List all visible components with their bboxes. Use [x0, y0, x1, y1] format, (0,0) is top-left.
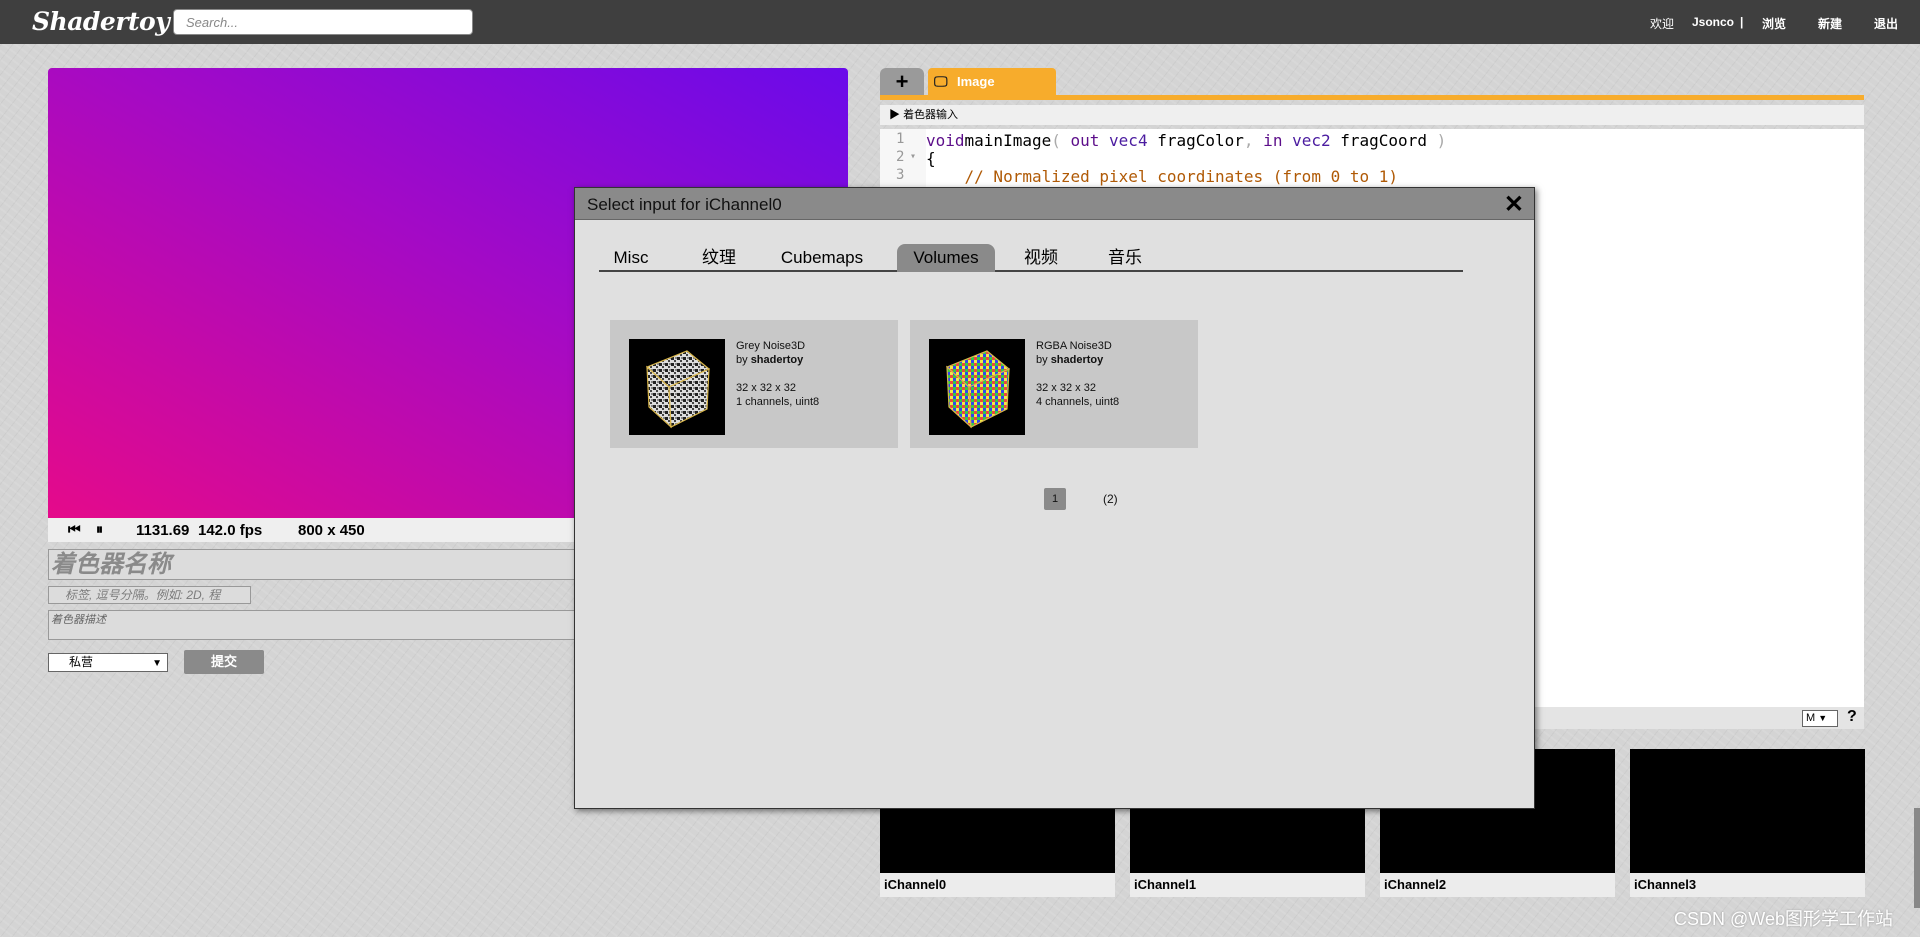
channel-label: iChannel2: [1380, 873, 1615, 897]
item-author: shadertoy: [1050, 354, 1104, 366]
code-token: mainImage: [964, 131, 1052, 150]
code-token: vec2: [1282, 131, 1331, 150]
page-link-2[interactable]: (2): [1103, 492, 1118, 506]
shader-inputs-toggle[interactable]: ▶ 着色器输入: [880, 105, 1864, 125]
tab-textures[interactable]: 纹理: [689, 244, 749, 272]
submit-button[interactable]: 提交: [184, 650, 264, 674]
grey-noise-cube-thumbnail: [629, 339, 725, 435]
username-link[interactable]: Jsonco: [1692, 15, 1734, 29]
line-number: 1: [896, 131, 905, 147]
logout-link[interactable]: 退出: [1874, 15, 1898, 32]
item-title: Grey Noise3D: [736, 340, 806, 352]
code-text: {: [926, 149, 936, 168]
volume-item-grey-noise3d[interactable]: Grey Noise3D by shadertoy 32 x 32 x 32 1…: [610, 320, 898, 448]
dialog-header: Select input for iChannel0 ✕: [575, 188, 1534, 220]
tab-image-label: Image: [957, 74, 995, 89]
resolution-readout: 800 x 450: [298, 522, 365, 539]
rgba-noise-cube-thumbnail: [929, 339, 1025, 435]
code-token: vec4: [1099, 131, 1148, 150]
rewind-icon[interactable]: ⏮: [68, 521, 81, 538]
channel-preview[interactable]: [1630, 749, 1865, 873]
chevron-down-icon: ▼: [152, 658, 162, 669]
chevron-down-icon: ▼: [1818, 713, 1828, 723]
welcome-text: 欢迎: [1650, 17, 1675, 31]
close-icon[interactable]: ✕: [1504, 190, 1524, 219]
watermark: CSDN @Web图形学工作站: [1674, 909, 1893, 929]
channel-label: iChannel1: [1130, 873, 1365, 897]
item-format: 1 channels, uint8: [736, 396, 820, 408]
volume-item-rgba-noise3d[interactable]: RGBA Noise3D by shadertoy 32 x 32 x 32 4…: [910, 320, 1198, 448]
tab-music[interactable]: 音乐: [1093, 244, 1157, 272]
help-button[interactable]: ?: [1847, 708, 1857, 726]
tab-volumes[interactable]: Volumes: [897, 244, 995, 272]
item-size: 32 x 32 x 32: [1036, 382, 1096, 394]
search-input[interactable]: [173, 9, 473, 35]
privacy-value: 私营: [69, 655, 94, 669]
code-token: ): [1426, 131, 1447, 150]
browse-link[interactable]: 浏览: [1762, 15, 1786, 32]
code-text: // Normalized pixel coordinates (from 0 …: [926, 167, 1398, 186]
code-token: ,: [1243, 131, 1254, 150]
input-category-tabs: Misc 纹理 Cubemaps Volumes 视频 音乐: [599, 242, 1463, 272]
channel-label: iChannel0: [880, 873, 1115, 897]
code-token: void: [926, 131, 965, 150]
privacy-select[interactable]: 私营 ▼: [48, 653, 168, 672]
tags-field[interactable]: 标签, 逗号分隔。例如: 2D, 程: [48, 586, 251, 604]
top-bar: Shadertoy 欢迎 Jsonco | 浏览 新建 退出: [0, 0, 1920, 44]
item-format: 4 channels, uint8: [1036, 396, 1120, 408]
select-input-dialog: Select input for iChannel0 ✕ Misc 纹理 Cub…: [574, 187, 1535, 809]
fold-arrow-icon[interactable]: ▾: [910, 151, 916, 162]
code-token: fragCoord: [1330, 131, 1427, 150]
fps-readout: 142.0 fps: [198, 522, 263, 539]
mode-select[interactable]: M ▼: [1802, 710, 1838, 727]
pause-icon[interactable]: ⏸: [96, 521, 103, 538]
channel-label: iChannel3: [1630, 873, 1865, 897]
shadertoy-logo[interactable]: Shadertoy: [32, 7, 170, 36]
code-text: voidmainImage( out vec4 fragColor, in ve…: [926, 131, 1446, 150]
mode-value: M: [1806, 712, 1816, 724]
monitor-icon: 🖵: [934, 73, 948, 89]
code-token: // Normalized pixel coordinates (from 0 …: [926, 167, 1399, 186]
page-scrollbar[interactable]: [1914, 808, 1920, 908]
code-token: (: [1051, 131, 1061, 150]
line-number: 3: [896, 167, 905, 183]
time-readout: 1131.69: [136, 522, 190, 539]
dialog-title: Select input for iChannel0: [587, 195, 782, 214]
channel-slot-3[interactable]: iChannel3: [1630, 749, 1865, 897]
tab-cubemaps[interactable]: Cubemaps: [767, 244, 877, 272]
nav-separator: |: [1740, 15, 1744, 29]
page-button-1[interactable]: 1: [1044, 488, 1066, 510]
item-by: by: [1036, 354, 1048, 366]
item-title: RGBA Noise3D: [1036, 340, 1112, 352]
tab-videos[interactable]: 视频: [1009, 244, 1073, 272]
code-token: fragColor: [1147, 131, 1244, 150]
code-token: in: [1253, 131, 1283, 150]
tab-image[interactable]: 🖵 Image: [928, 68, 1056, 95]
item-size: 32 x 32 x 32: [736, 382, 796, 394]
item-info: Grey Noise3D by shadertoy 32 x 32 x 32 1…: [736, 339, 819, 409]
new-link[interactable]: 新建: [1818, 15, 1842, 32]
caret-right-icon: ▶: [889, 109, 900, 121]
code-token: out: [1060, 131, 1100, 150]
item-by: by: [736, 354, 748, 366]
tab-misc[interactable]: Misc: [599, 244, 663, 272]
add-tab-button[interactable]: +: [880, 68, 924, 95]
item-author: shadertoy: [750, 354, 804, 366]
shader-inputs-label: 着色器输入: [903, 109, 959, 121]
tab-underline: [880, 95, 1864, 100]
code-token: {: [926, 149, 936, 168]
item-info: RGBA Noise3D by shadertoy 32 x 32 x 32 4…: [1036, 339, 1119, 409]
